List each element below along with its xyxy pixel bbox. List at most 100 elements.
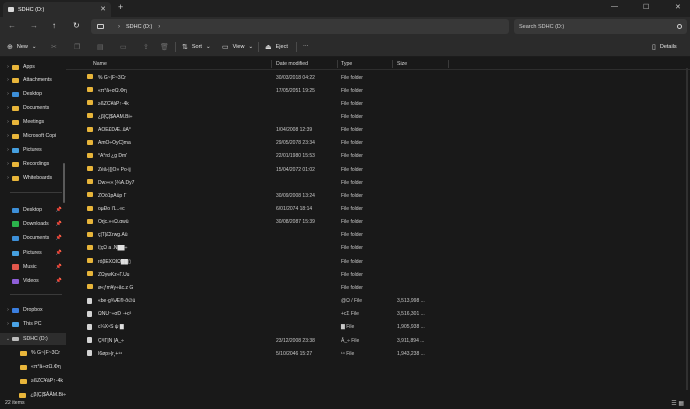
row-size: 3,911,894 ... [397, 337, 425, 344]
table-row[interactable]: Ç³ÍΓ|Ñ |Ä_÷ 23/12/2008 23:38 Â_÷ File 3,911… [66, 334, 690, 346]
chevron-right-icon[interactable]: › [4, 147, 12, 153]
close-window-button[interactable]: ✕ [675, 3, 681, 11]
sidebar-item-whiteboards[interactable]: › Whiteboards [0, 172, 66, 184]
column-header-type[interactable]: Type [341, 61, 352, 67]
column-header-size[interactable]: Size [397, 61, 407, 67]
table-row[interactable]: ZΩγwKz÷Γ.Uu File folder [66, 268, 690, 280]
new-button[interactable]: ⊕ New ⌄ [7, 43, 37, 51]
minimize-button[interactable]: — [611, 3, 618, 10]
sidebar-item-quick-pictures[interactable]: Pictures 📌 [0, 247, 66, 259]
maximize-button[interactable]: ☐ [643, 3, 649, 11]
table-row[interactable]: ŽÕö1pÅùp Γ 30/09/2008 13:24 File folder [66, 189, 690, 201]
sidebar-item-apps[interactable]: › Apps [0, 61, 66, 73]
sidebar-item-meetings[interactable]: › Meetings [0, 116, 66, 128]
table-row[interactable]: «π°â÷σΩ.Φη 17/05/2051 19:25 File folder [66, 84, 690, 96]
chevron-right-icon[interactable]: › [4, 77, 12, 83]
sidebar-item-desktop[interactable]: › Desktop [0, 88, 66, 100]
command-bar: ⊕ New ⌄ ✂ ❐ ▤ ▭ ⇪ 🗑 ⇅ Sort ⌄ ▭ View ⌄ ⏏ … [0, 37, 690, 57]
sidebar-item-microsoft-copilot[interactable]: › Microsoft Copi [0, 130, 66, 142]
chevron-right-icon[interactable]: › [4, 91, 12, 97]
sidebar-item-downloads[interactable]: Downloads 📌 [0, 218, 66, 230]
table-row[interactable]: c¼X⁹S ψ ▇ ▇ File 1,905,938 ... [66, 321, 690, 333]
row-type: File folder [341, 271, 363, 278]
sidebar-scrollbar[interactable] [63, 163, 65, 203]
new-tab-button[interactable]: + [118, 2, 123, 12]
copy-button[interactable]: ❐ [74, 43, 84, 51]
table-row[interactable]: Zèâ-|{|Ô» Po·ij 15/04/2072 01:02 File fold… [66, 163, 690, 175]
table-row[interactable]: ø«ƒm¥y÷âc.z G File folder [66, 281, 690, 293]
table-row[interactable]: % G~|F~3Cr 30/03/2018 04:22 File folder [66, 71, 690, 83]
column-divider[interactable] [392, 60, 393, 68]
content-scrollbar[interactable] [686, 68, 688, 390]
sidebar-item-attachments[interactable]: › Attachments [0, 74, 66, 86]
chevron-right-icon[interactable]: › [4, 119, 12, 125]
sort-button[interactable]: ⇅ Sort ⌄ [182, 43, 211, 51]
chevron-right-icon[interactable]: › [4, 321, 12, 327]
column-divider[interactable] [271, 60, 272, 68]
sidebar-item-documents[interactable]: › Documents [0, 102, 66, 114]
chevron-right-icon[interactable]: › [4, 64, 12, 70]
paste-button[interactable]: ▤ [97, 43, 108, 51]
view-toggle-icons[interactable]: ☰ ▦ [671, 400, 684, 407]
address-bar[interactable]: › SDHC (D:) › [91, 19, 509, 34]
sidebar-item-videos[interactable]: Videos 📌 [0, 275, 66, 287]
sidebar-item-music[interactable]: Music 📌 [0, 261, 66, 273]
chevron-right-icon[interactable]: › [4, 307, 12, 313]
table-row[interactable]: Ì6øp»|r¸+¹⁴ 5/10/2046 15:27 ¹⁴ File 1,943,2… [66, 347, 690, 359]
delete-button[interactable]: 🗑 [160, 43, 173, 51]
rename-button[interactable]: ▭ [120, 43, 131, 51]
table-row[interactable]: ΩÑU⁻÷σD ·+c² +cΣ File 3,516,301 ... [66, 308, 690, 320]
sidebar-item-drive-child[interactable]: ≥ßZC¥àP↑·4k [0, 375, 66, 387]
column-header-name[interactable]: Name [93, 61, 107, 67]
table-row[interactable]: ç|Τ|£Σrwg.Âü File folder [66, 229, 690, 241]
column-divider[interactable] [448, 60, 449, 68]
table-row[interactable]: ¿β|Ç|$ÂÂM.Bi÷ File folder [66, 110, 690, 122]
table-row[interactable]: ≥ßZC¥àP↑·4k File folder [66, 97, 690, 109]
row-name: ¿β|Ç|$ÂÂM.Bi÷ [98, 113, 133, 120]
breadcrumb-sdhc[interactable]: SDHC (D:) [126, 24, 152, 30]
eject-button[interactable]: ⏏ Eject [265, 43, 288, 51]
sidebar-item-recordings[interactable]: › Recordings [0, 158, 66, 170]
column-header-date[interactable]: Date modified [276, 61, 308, 67]
up-button[interactable]: ↑ [52, 21, 56, 30]
back-button[interactable]: ← [8, 21, 16, 30]
table-row[interactable]: Dw»«« }¼À.Dy7 File folder [66, 176, 690, 188]
table-row[interactable]: °Ä°rd ¿g Dm' 22/01/1980 15:53 File folder [66, 150, 690, 162]
chevron-down-icon[interactable]: ⌄ [4, 336, 12, 342]
search-input[interactable]: Search SDHC (D:) [514, 19, 687, 34]
table-row[interactable]: «be·g¾Æ®·ð∅ú @Ω / File 3,513,998 ... [66, 295, 690, 307]
sidebar-item-quick-documents[interactable]: Documents 📌 [0, 232, 66, 244]
tab-close-icon[interactable]: ✕ [100, 5, 106, 13]
folder-icon [87, 166, 93, 172]
sidebar-item-pictures[interactable]: › Pictures [0, 144, 66, 156]
sidebar-item-this-pc[interactable]: › This PC [0, 318, 66, 330]
sidebar-item-quick-desktop[interactable]: Desktop 📌 [0, 204, 66, 216]
cut-button[interactable]: ✂ [51, 43, 61, 51]
sidebar-item-drive-child[interactable]: «π°â÷σΩ.Φη [0, 361, 66, 373]
table-row[interactable]: AÔÈ£DÆ..ûA° 1/04/2008 12:39 File folder [66, 124, 690, 136]
sidebar-item-dropbox[interactable]: › Dropbox [0, 304, 66, 316]
details-button[interactable]: ▯ Details [652, 43, 677, 51]
table-row[interactable]: AmÖ÷ÖyC}ma 29/05/2078 23:34 File folder [66, 137, 690, 149]
chevron-right-icon[interactable]: › [158, 24, 160, 30]
table-row[interactable]: ì¦çΩ a .Ñ██÷ File folder [66, 242, 690, 254]
table-row[interactable]: róβÉXΩIΩ██▯ File folder [66, 255, 690, 267]
sidebar-item-sdhc[interactable]: ⌄ SDHC (D:) [0, 333, 66, 345]
chevron-right-icon[interactable]: › [4, 175, 12, 181]
chevron-right-icon[interactable]: › [4, 161, 12, 167]
sidebar-item-drive-child[interactable]: % G~|F~3Cr [0, 347, 66, 359]
more-options-button[interactable]: ··· [303, 43, 309, 49]
chevron-right-icon[interactable]: › [4, 133, 12, 139]
table-row[interactable]: oµÐo í'L..«c 6/01/2074 18:14 File folder [66, 203, 690, 215]
refresh-button[interactable]: ↻ [73, 21, 80, 30]
chevron-right-icon[interactable]: › [4, 105, 12, 111]
column-divider[interactable] [337, 60, 338, 68]
view-button[interactable]: ▭ View ⌄ [222, 43, 253, 51]
tab-sdhc[interactable]: SDHC (D:) ✕ [3, 2, 111, 17]
share-button[interactable]: ⇪ [143, 43, 153, 51]
forward-button[interactable]: → [30, 21, 38, 30]
drive-icon [8, 7, 14, 12]
chevron-down-icon: ⌄ [205, 44, 211, 50]
row-type: File folder [341, 179, 363, 186]
table-row[interactable]: Õrjc.»«Ω.αwü 30/08/2087 15:39 File folder [66, 216, 690, 228]
